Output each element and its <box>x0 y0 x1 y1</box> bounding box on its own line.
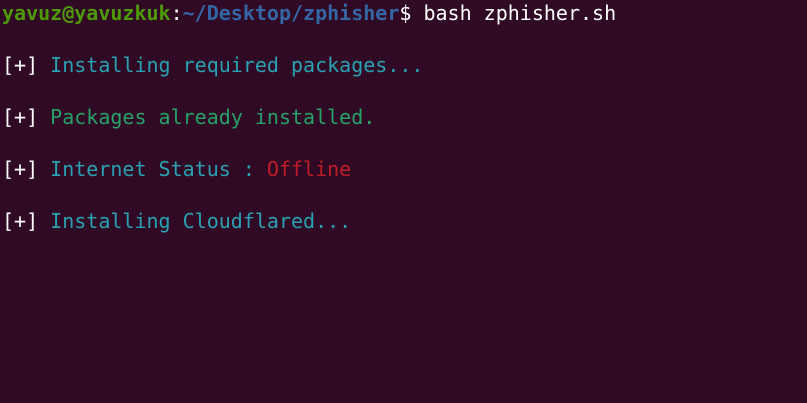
output-text: Installing required packages... <box>38 53 424 77</box>
status-prefix: [+] <box>2 209 39 233</box>
prompt-command: bash zphisher.sh <box>423 1 617 25</box>
output-text: Internet Status : <box>38 157 267 181</box>
status-prefix: [+] <box>2 105 39 129</box>
prompt-user-host: yavuz@yavuzkuk <box>2 1 171 25</box>
status-prefix: [+] <box>2 53 39 77</box>
terminal-window[interactable]: yavuz@yavuzkuk:~/Desktop/zphisher$ bash … <box>0 0 807 403</box>
output-text: Installing Cloudflared... <box>38 209 352 233</box>
output-line-packages-installed: [+] Packages already installed. <box>2 104 805 130</box>
prompt-separator: : <box>170 1 183 25</box>
output-line-internet-status: [+] Internet Status : Offline <box>2 156 805 182</box>
prompt-symbol: $ <box>399 1 424 25</box>
prompt-line: yavuz@yavuzkuk:~/Desktop/zphisher$ bash … <box>2 0 805 26</box>
internet-status-value: Offline <box>266 157 352 181</box>
output-text: Packages already installed. <box>38 105 376 129</box>
output-line-installing-cloudflared: [+] Installing Cloudflared... <box>2 208 805 234</box>
prompt-path: ~/Desktop/zphisher <box>182 1 400 25</box>
status-prefix: [+] <box>2 157 39 181</box>
output-line-installing-packages: [+] Installing required packages... <box>2 52 805 78</box>
